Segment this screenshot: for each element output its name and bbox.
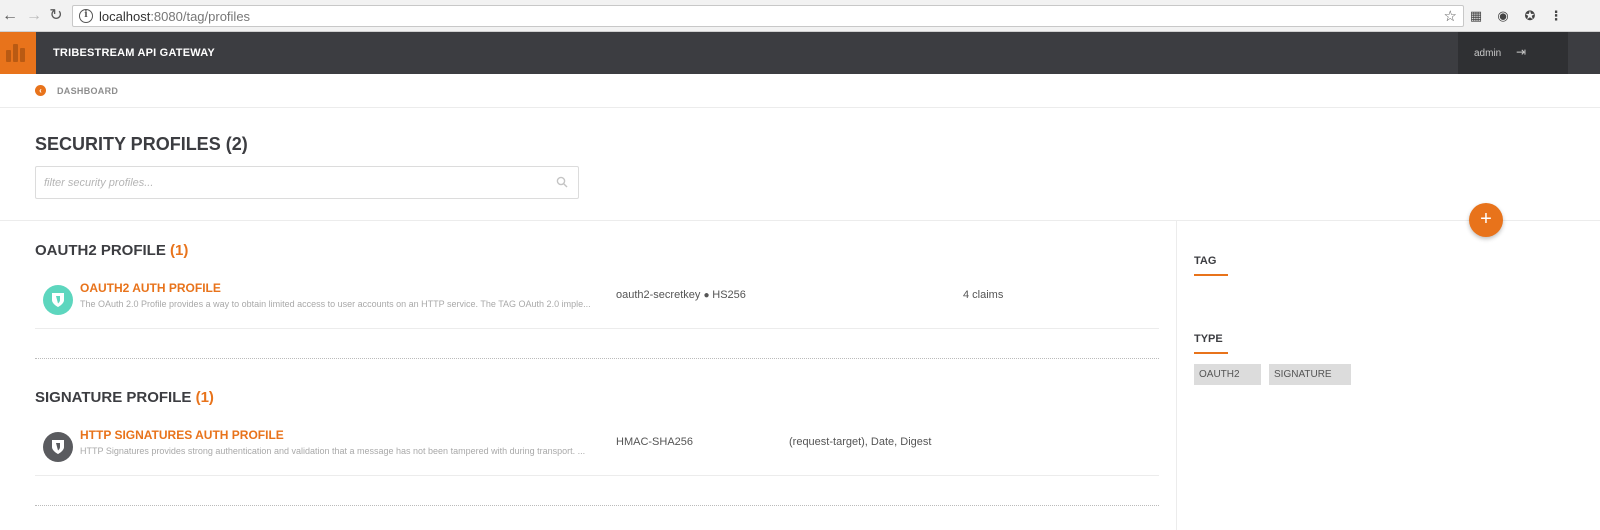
profile-name-link[interactable]: HTTP SIGNATURES AUTH PROFILE: [80, 428, 284, 442]
logo[interactable]: [0, 32, 36, 74]
facet-title-type: TYPE: [1194, 333, 1223, 345]
extension-icon[interactable]: ▦: [1468, 8, 1484, 24]
facet-underline: [1194, 352, 1228, 354]
address-bar[interactable]: i localhost:8080/tag/profiles ☆: [72, 5, 1464, 27]
back-icon[interactable]: ←: [0, 6, 20, 26]
url-host: localhost: [99, 9, 151, 24]
group-count: (1): [170, 242, 189, 259]
profile-key: oauth2-secretkey: [616, 289, 701, 301]
profile-name-link[interactable]: OAUTH2 AUTH PROFILE: [80, 281, 221, 295]
profile-row-signature[interactable]: HTTP SIGNATURES AUTH PROFILE HTTP Signat…: [35, 428, 1159, 476]
facet-underline: [1194, 274, 1228, 276]
url-text: localhost:8080/tag/profiles: [99, 9, 250, 24]
extension-paw-icon[interactable]: ✪: [1522, 8, 1538, 24]
browser-menu-icon[interactable]: ⋮: [1548, 8, 1564, 24]
group-title-oauth2: OAUTH2 PROFILE (1): [35, 242, 188, 259]
group-title-label: SIGNATURE PROFILE: [35, 389, 192, 406]
bullet-separator: ●: [703, 290, 713, 301]
logo-bars-icon: [6, 44, 30, 62]
group-title-signature: SIGNATURE PROFILE (1): [35, 389, 214, 406]
group-separator: [35, 358, 1159, 359]
app-header: TRIBESTREAM API GATEWAY admin ⇥: [0, 32, 1600, 74]
chevron-left-icon[interactable]: ‹: [35, 85, 46, 96]
search-input[interactable]: [36, 167, 536, 198]
bookmark-star-icon[interactable]: ☆: [1444, 7, 1457, 25]
profile-claims: 4 claims: [963, 289, 1004, 301]
filter-box: [35, 166, 579, 199]
logout-icon[interactable]: ⇥: [1516, 45, 1526, 59]
site-info-icon[interactable]: i: [79, 9, 93, 23]
sidebar-divider: [1176, 220, 1177, 530]
app-title: TRIBESTREAM API GATEWAY: [53, 47, 215, 59]
content-divider: [0, 220, 1600, 221]
forward-icon[interactable]: →: [24, 6, 44, 26]
user-name[interactable]: admin: [1474, 48, 1501, 59]
type-chip-oauth2[interactable]: OAUTH2: [1194, 364, 1261, 385]
breadcrumb-dashboard-link[interactable]: DASHBOARD: [57, 86, 118, 96]
shield-icon: [43, 285, 73, 315]
profile-row-oauth2[interactable]: OAUTH2 AUTH PROFILE The OAuth 2.0 Profil…: [35, 281, 1159, 329]
facet-title-tag: TAG: [1194, 255, 1217, 267]
group-separator: [35, 505, 1159, 506]
reload-icon[interactable]: ↻: [46, 6, 66, 26]
group-title-label: OAUTH2 PROFILE: [35, 242, 166, 259]
profile-headers: (request-target), Date, Digest: [789, 436, 932, 448]
profile-key-algorithm: oauth2-secretkey ● HS256: [616, 289, 746, 301]
type-chip-signature[interactable]: SIGNATURE: [1269, 364, 1351, 385]
shield-icon: [43, 432, 73, 462]
url-path: :8080/tag/profiles: [150, 9, 251, 24]
search-icon[interactable]: [556, 176, 568, 188]
extension-db-icon[interactable]: ◉: [1495, 8, 1511, 24]
user-area: admin ⇥: [1458, 32, 1568, 74]
group-count: (1): [195, 389, 214, 406]
browser-toolbar: ← → ↻ i localhost:8080/tag/profiles ☆ ▦ …: [0, 0, 1600, 32]
profile-description: The OAuth 2.0 Profile provides a way to …: [80, 299, 591, 309]
profile-description: HTTP Signatures provides strong authenti…: [80, 446, 586, 456]
add-profile-button[interactable]: +: [1469, 203, 1503, 237]
profile-algorithm: HMAC-SHA256: [616, 436, 694, 448]
page-title: SECURITY PROFILES (2): [35, 134, 248, 154]
breadcrumb: ‹ DASHBOARD: [0, 74, 1600, 108]
profile-algorithm: HS256: [712, 289, 746, 301]
